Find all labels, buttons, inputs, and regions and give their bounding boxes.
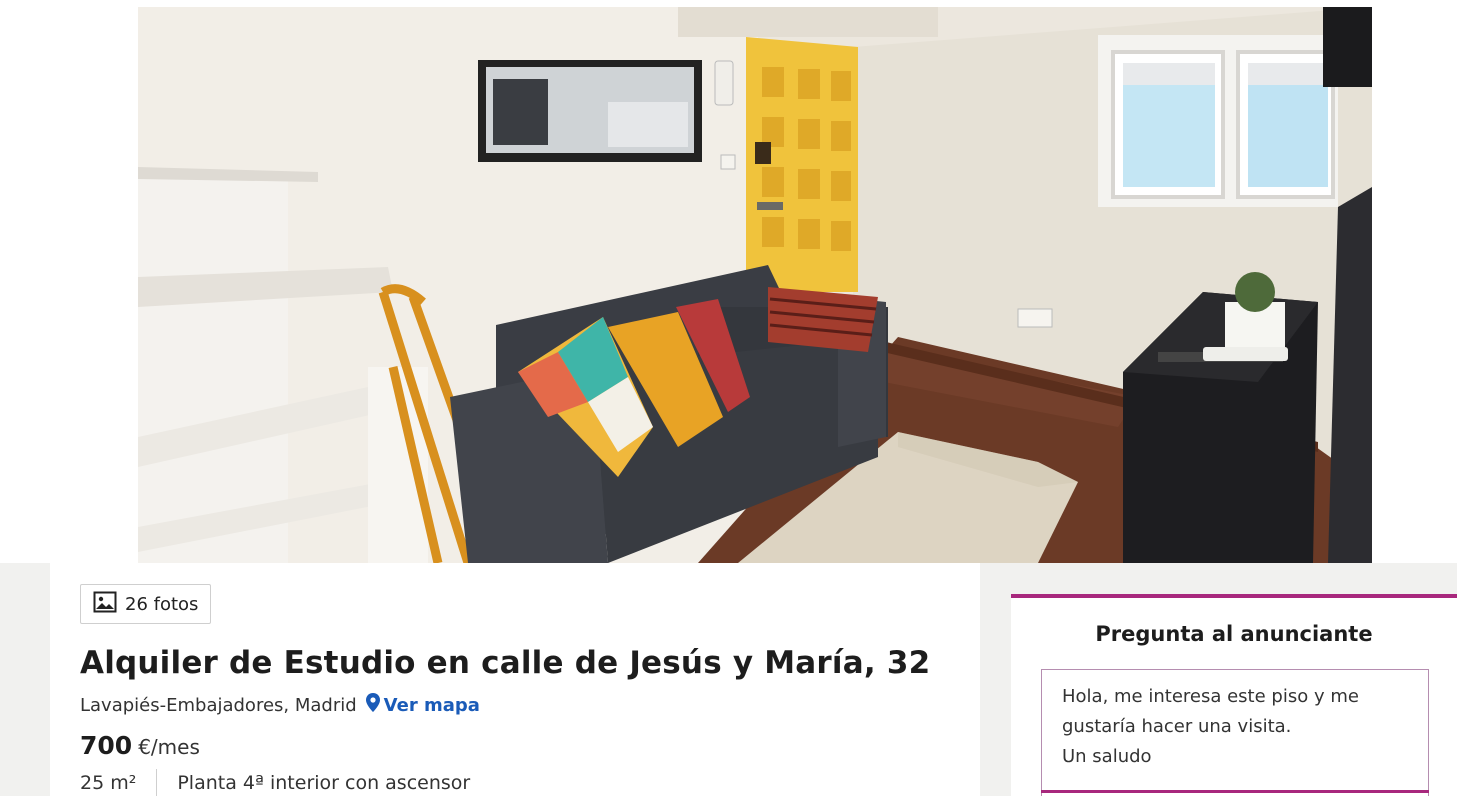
feature-divider [156,769,158,796]
listing-price: 700 €/mes [80,731,200,760]
main-photo[interactable] [138,7,1372,563]
photos-count-label: 26 fotos [125,593,199,615]
contact-message-textarea[interactable]: Hola, me interesa este piso y me gustarí… [1041,669,1429,796]
view-map-label: Ver mapa [383,694,480,716]
listing-page: 26 fotos Alquiler de Estudio en calle de… [0,0,1457,796]
price-unit: €/mes [138,735,200,759]
contact-message-focus-line [1041,790,1429,793]
listing-title: Alquiler de Estudio en calle de Jesús y … [80,645,931,681]
feature-floor: Planta 4ª interior con ascensor [177,772,471,794]
listing-features: 25 m² Planta 4ª interior con ascensor [80,769,470,796]
contact-title: Pregunta al anunciante [1095,622,1373,646]
view-map-link[interactable]: Ver mapa [365,693,480,717]
map-pin-icon [365,693,380,717]
location-text: Lavapiés-Embajadores, Madrid [80,694,357,716]
feature-size: 25 m² [80,772,137,794]
photos-button[interactable]: 26 fotos [80,584,212,624]
contact-advertiser-card: Pregunta al anunciante Hola, me interesa… [1011,594,1457,796]
price-amount: 700 [80,731,133,760]
image-icon [93,591,117,617]
listing-summary: 26 fotos Alquiler de Estudio en calle de… [50,563,980,796]
listing-location: Lavapiés-Embajadores, Madrid Ver mapa [80,693,480,717]
